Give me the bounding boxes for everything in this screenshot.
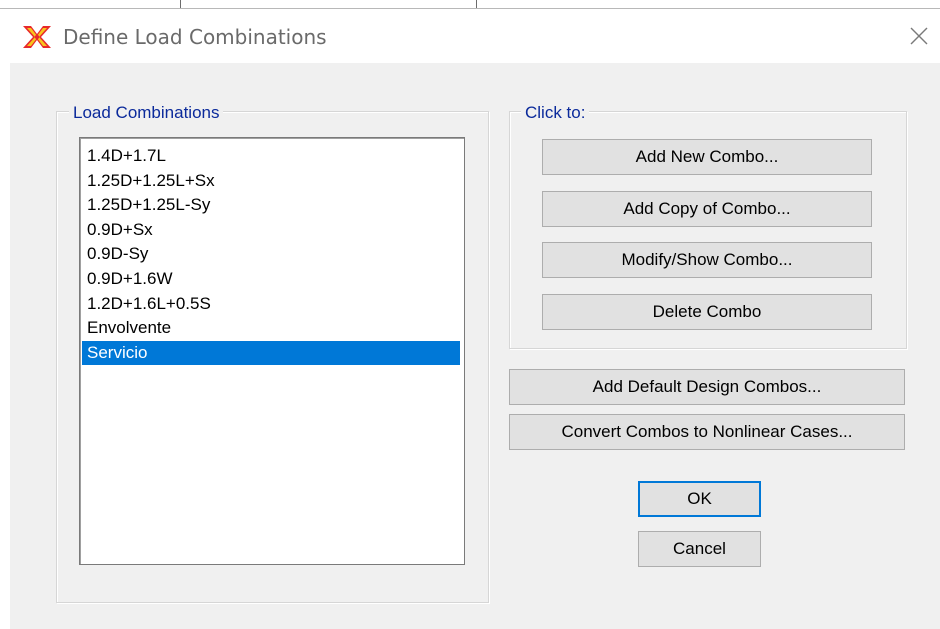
list-item-selected[interactable]: Servicio xyxy=(82,340,460,366)
add-copy-of-combo-button[interactable]: Add Copy of Combo... xyxy=(542,191,872,227)
dialog-client-area: Load Combinations 1.4D+1.7L 1.25D+1.25L+… xyxy=(10,63,940,629)
cancel-button[interactable]: Cancel xyxy=(638,531,761,567)
load-combinations-items: 1.4D+1.7L 1.25D+1.25L+Sx 1.25D+1.25L-Sy … xyxy=(82,144,460,366)
define-load-combinations-window: Define Load Combinations Load Combinatio… xyxy=(0,0,940,629)
add-new-combo-button[interactable]: Add New Combo... xyxy=(542,139,872,175)
window-title: Define Load Combinations xyxy=(63,25,327,49)
sap2000-app-icon xyxy=(22,24,52,50)
click-to-legend: Click to: xyxy=(521,103,590,123)
delete-combo-button[interactable]: Delete Combo xyxy=(542,294,872,330)
background-divider xyxy=(180,0,181,8)
ok-button[interactable]: OK xyxy=(638,481,761,517)
load-combinations-legend: Load Combinations xyxy=(69,103,224,123)
list-item[interactable]: 0.9D+1.6W xyxy=(82,267,460,292)
list-item[interactable]: 1.2D+1.6L+0.5S xyxy=(82,292,460,317)
list-item[interactable]: 1.25D+1.25L+Sx xyxy=(82,169,460,194)
modify-show-combo-button[interactable]: Modify/Show Combo... xyxy=(542,242,872,278)
list-item[interactable]: 0.9D-Sy xyxy=(82,242,460,267)
background-divider xyxy=(476,0,477,8)
list-item[interactable]: Envolvente xyxy=(82,316,460,341)
close-icon[interactable] xyxy=(904,21,934,51)
load-combinations-list[interactable]: 1.4D+1.7L 1.25D+1.25L+Sx 1.25D+1.25L-Sy … xyxy=(79,137,465,565)
add-default-design-combos-button[interactable]: Add Default Design Combos... xyxy=(509,369,905,405)
title-bar[interactable]: Define Load Combinations xyxy=(0,9,940,63)
list-item[interactable]: 0.9D+Sx xyxy=(82,218,460,243)
list-item[interactable]: 1.25D+1.25L-Sy xyxy=(82,193,460,218)
list-item[interactable]: 1.4D+1.7L xyxy=(82,144,460,169)
convert-combos-to-nonlinear-cases-button[interactable]: Convert Combos to Nonlinear Cases... xyxy=(509,414,905,450)
background-window-edge xyxy=(0,0,940,9)
